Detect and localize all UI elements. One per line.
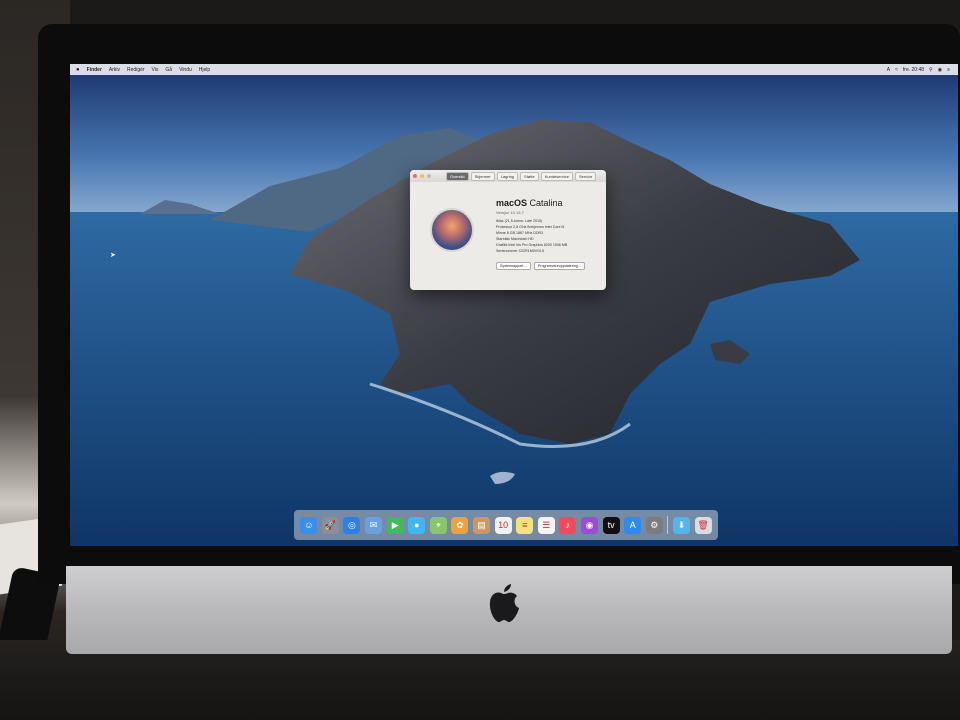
mouse-cursor-icon: ➤ [110, 252, 116, 259]
system-preferences-icon[interactable]: ⚙ [645, 516, 663, 534]
siri-icon[interactable]: ◉ [938, 67, 942, 73]
menu-finder[interactable]: Finder [87, 67, 102, 73]
podcasts-icon[interactable]: ◉ [581, 516, 599, 534]
notes-icon[interactable]: ≡ [516, 516, 534, 534]
music-icon[interactable]: ♪ [559, 516, 577, 534]
mail-icon[interactable]: ✉ [365, 516, 383, 534]
about-buttons: Systemrapport… Programvareoppdatering… [496, 262, 586, 270]
tab-service[interactable]: Service [574, 172, 597, 181]
menu-vindu[interactable]: Vindu [179, 67, 192, 73]
tab-bar: Oversikt Skjermer Lagring Støtte Kundese… [446, 172, 597, 181]
desktop-screen: ● Finder Arkiv Redigér Vis Gå Vindu Hjel… [70, 64, 958, 546]
window-titlebar[interactable]: Oversikt Skjermer Lagring Støtte Kundese… [410, 170, 606, 182]
about-this-mac-window: Oversikt Skjermer Lagring Støtte Kundese… [410, 170, 606, 290]
zoom-button[interactable] [427, 174, 431, 178]
safari-icon[interactable]: ◎ [343, 516, 361, 534]
apple-menu-icon[interactable]: ● [76, 67, 80, 73]
spotlight-icon[interactable]: ⚲ [929, 67, 933, 73]
maps-icon[interactable]: ⌖ [429, 516, 447, 534]
dock: ☺ 🚀 ◎ ✉ ▶ ● ⌖ ✿ ▤ 10 ≡ ☰ ♪ ◉ tv A ⚙ ⬇ 🗑 [294, 510, 718, 540]
menu-hjelp[interactable]: Hjelp [199, 67, 210, 73]
input-source-icon[interactable]: A [887, 67, 890, 73]
menu-rediger[interactable]: Redigér [127, 67, 145, 73]
catalina-wallpaper [70, 75, 958, 546]
menu-arkiv[interactable]: Arkiv [109, 67, 120, 73]
menu-clock[interactable]: fre. 20:48 [903, 67, 924, 73]
apple-logo-icon [489, 584, 519, 622]
finder-icon[interactable]: ☺ [300, 516, 318, 534]
launchpad-icon[interactable]: 🚀 [321, 516, 339, 534]
downloads-folder-icon[interactable]: ⬇ [672, 516, 690, 534]
spec-serial: Serienummer C02R1M0VGL5 [496, 249, 544, 253]
os-title: macOS Catalina [496, 198, 563, 208]
reminders-icon[interactable]: ☰ [537, 516, 555, 534]
trash-icon[interactable]: 🗑 [694, 516, 712, 534]
contacts-icon[interactable]: ▤ [473, 516, 491, 534]
dock-separator [667, 516, 669, 534]
os-version: Versjon 10.15.7 [496, 210, 524, 215]
tab-skjermer[interactable]: Skjermer [470, 172, 495, 181]
appstore-icon[interactable]: A [624, 516, 642, 534]
spec-list: iMac (21,5-tomm, Late 2015) Prosessor 2,… [496, 218, 567, 254]
notification-center-icon[interactable]: ≡ [947, 67, 950, 73]
messages-icon[interactable]: ● [408, 516, 426, 534]
wifi-icon[interactable]: ≈ [895, 67, 898, 73]
close-button[interactable] [413, 174, 417, 178]
tab-lagring[interactable]: Lagring [496, 172, 519, 181]
facetime-icon[interactable]: ▶ [386, 516, 404, 534]
minimize-button[interactable] [420, 174, 424, 178]
menu-ga[interactable]: Gå [165, 67, 172, 73]
macos-catalina-logo-icon [430, 208, 474, 252]
calendar-icon[interactable]: 10 [494, 516, 512, 534]
tab-stotte[interactable]: Støtte [520, 172, 539, 181]
software-update-button[interactable]: Programvareoppdatering… [533, 262, 586, 270]
menu-bar: ● Finder Arkiv Redigér Vis Gå Vindu Hjel… [70, 64, 958, 75]
appletv-icon[interactable]: tv [602, 516, 620, 534]
tab-kundeservice[interactable]: Kundeservice [540, 172, 573, 181]
menu-vis[interactable]: Vis [152, 67, 159, 73]
menu-bar-status: A ≈ fre. 20:48 ⚲ ◉ ≡ [887, 67, 950, 73]
tab-oversikt[interactable]: Oversikt [446, 172, 469, 181]
photos-icon[interactable]: ✿ [451, 516, 469, 534]
system-report-button[interactable]: Systemrapport… [496, 262, 531, 270]
